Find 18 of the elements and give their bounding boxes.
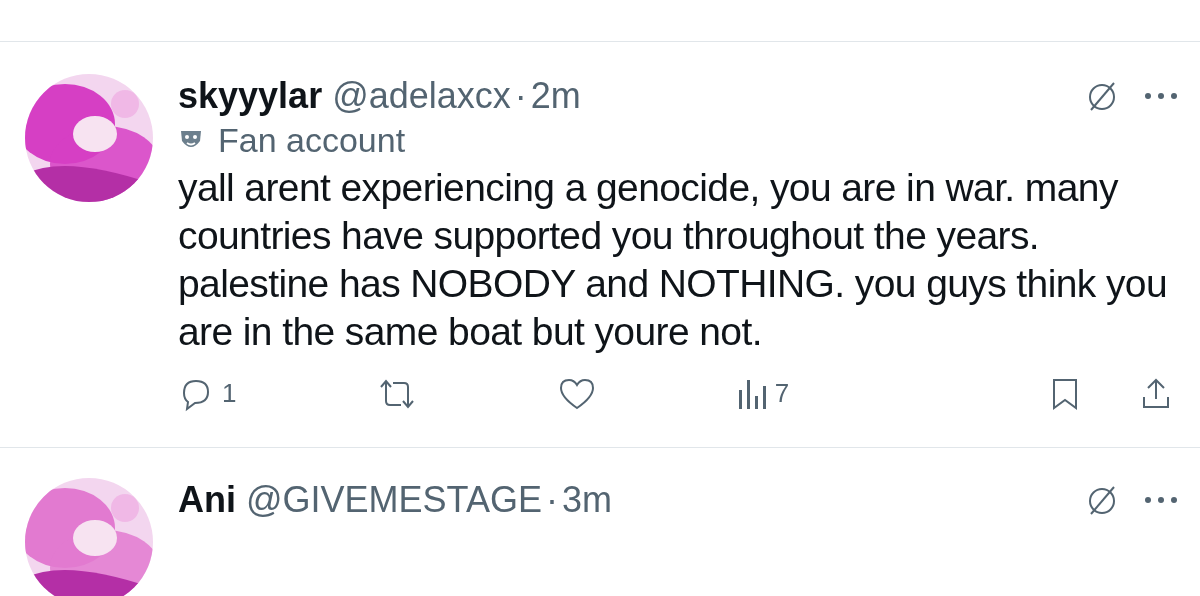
bookmark-icon[interactable]: [1050, 376, 1080, 411]
timestamp[interactable]: 2m: [530, 74, 581, 118]
more-icon[interactable]: [1144, 495, 1178, 505]
timestamp[interactable]: 3m: [561, 478, 612, 522]
post-text: yall arent experiencing a genocide, you are in war. many countries have supported you throughout the years. palestine has NOBODY and NOTHING. you guys think you are in the same boat but youre not.: [178, 165, 1169, 355]
view-count: 7: [774, 377, 790, 410]
user-handle[interactable]: @adelaxcx: [332, 74, 511, 118]
bar-chart-icon[interactable]: [736, 377, 767, 410]
reply-count: 1: [222, 377, 237, 410]
share-icon[interactable]: [1140, 376, 1172, 411]
more-icon[interactable]: [1144, 91, 1178, 101]
account-label: Fan account: [218, 120, 406, 161]
separator-dot: ·: [514, 74, 527, 118]
user-handle[interactable]: @GIVEMESTAGE: [246, 478, 542, 522]
user-name[interactable]: skyyylar: [178, 74, 323, 118]
heart-icon[interactable]: [558, 376, 596, 411]
user-name[interactable]: Ani: [178, 478, 236, 522]
separator-dot: ·: [545, 478, 558, 522]
